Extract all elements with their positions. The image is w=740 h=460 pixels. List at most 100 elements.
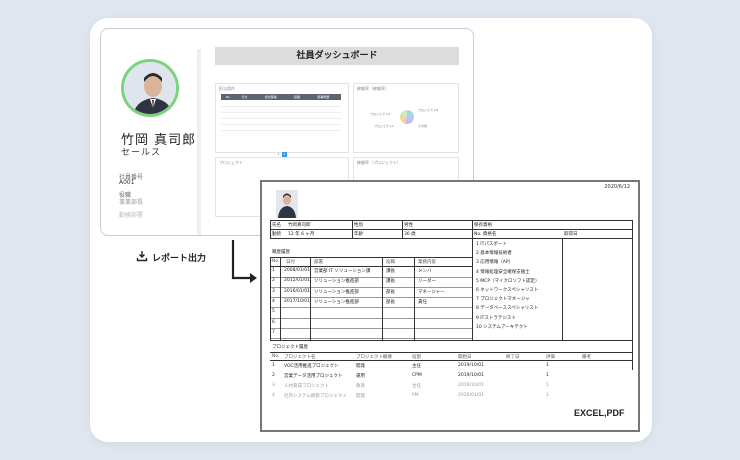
person-photo <box>124 62 176 114</box>
report-document: 2020/6/12 氏名 竹岡真司郎 性別 男性 保有資格 勤続 12 年 6 … <box>260 180 640 432</box>
history-cell: ソリューション推進部 <box>314 279 359 285</box>
project-header: 備考 <box>582 355 591 360</box>
project-cell: 教育 <box>356 384 365 389</box>
project-cell: 人材育成プロジェクト <box>284 384 329 389</box>
history-cell: 課長 <box>386 279 395 285</box>
project-cell: 2019/10/01 <box>458 383 484 388</box>
history-cell: ソリューション推進部 <box>314 299 359 305</box>
project-cell: 2020/01/01 <box>458 393 484 398</box>
project-header: No. <box>272 354 280 359</box>
history-cell: 2008/01/01 <box>284 268 310 273</box>
project-cell: PM <box>412 393 419 398</box>
pie-label: プロジェクトA <box>370 112 391 116</box>
divider <box>197 49 201 235</box>
pie-label: プロジェクトC <box>374 124 395 128</box>
project-cell: 開発 <box>356 364 365 369</box>
avatar <box>121 59 179 117</box>
gender-value: 男性 <box>404 223 413 228</box>
qualifications-label: 保有資格 <box>474 223 492 228</box>
project-cell: 1 <box>546 373 549 378</box>
history-cell: リーダー <box>418 279 436 285</box>
project-header: 終了日 <box>506 355 520 360</box>
project-cell: 1 <box>546 363 549 368</box>
project-header: 役割 <box>412 355 421 360</box>
pie-label: その他 <box>418 124 428 128</box>
cert-item: 3 応用情報（AP） <box>476 260 514 266</box>
history-cell: 1 <box>272 268 275 273</box>
cert-item: 8 データベーススペシャリスト <box>476 306 539 312</box>
project-history-title: プロジェクト履歴 <box>272 345 308 350</box>
position-value: 事業部長 <box>119 199 144 206</box>
cert-item: 6 ネットワークスペシャリスト <box>476 288 539 293</box>
history-cell: 部長 <box>386 299 395 305</box>
project-cell: 1 <box>546 393 549 398</box>
project-cell: 2019/10/01 <box>458 363 484 368</box>
history-header-no: No. <box>272 259 280 264</box>
history-header-work: 業務内容 <box>418 260 436 265</box>
cert-item: 9 ITストラテジスト <box>476 315 516 321</box>
gender-label: 性別 <box>354 223 363 228</box>
cert-item: 4 情報処理安全確保支援士 <box>476 269 530 275</box>
project-header: プロジェクト名 <box>284 355 316 360</box>
cert-item: 5 MCP（マイクロソフト認定） <box>476 278 540 284</box>
project-panel: 担当案件 No. 日付 担当部署 役職 部署概要 12 <box>215 83 349 157</box>
history-cell: 2 <box>272 278 275 284</box>
cert-item: 2 基本情報技術者 <box>476 251 512 257</box>
bottom-left-panel-title: プロジェクト <box>219 160 243 165</box>
history-header-role: 役職 <box>386 260 395 265</box>
cert-item: 7 プロジェクトマネージャ <box>476 297 530 303</box>
project-cell: 3 <box>272 383 275 388</box>
project-cell: VOC活用推進プロジェクト <box>284 364 339 369</box>
project-cell: 4 <box>272 393 275 398</box>
report-date: 2020/6/12 <box>604 184 630 190</box>
report-export-label[interactable]: レポート出力 <box>152 251 206 264</box>
profile-department: セールス <box>121 148 162 158</box>
project-panel-title: 担当案件 <box>219 86 235 91</box>
pie-label: プロジェクトB <box>418 108 439 112</box>
table-row <box>221 124 341 131</box>
history-cell: 2012/01/01 <box>284 278 310 284</box>
history-cell: ソリューション推進部 <box>314 289 359 295</box>
cert-name-header: No. 資格名 <box>474 232 497 237</box>
project-cell: 1 <box>272 363 275 368</box>
bottom-right-panel-title: 稼働率（プロジェクト） <box>357 160 401 165</box>
name-label: 氏名 <box>272 223 281 228</box>
history-cell: 部長 <box>386 289 395 295</box>
tenure-value: 12 年 6 ヶ月 <box>288 232 315 237</box>
utilization-panel-title: 稼働率（稼働率） <box>357 86 389 91</box>
history-cell: 2017/10/01 <box>284 298 310 304</box>
employee-id-value: A001 <box>119 179 135 186</box>
project-mini-table: No. 日付 担当部署 役職 部署概要 <box>221 94 341 131</box>
name-value: 竹岡真司郎 <box>288 223 311 228</box>
history-cell: マネージャー <box>418 289 445 295</box>
tenure-label: 勤続 <box>272 232 281 237</box>
workplace-label: 勤務部署 <box>119 212 144 219</box>
download-icon <box>136 251 148 262</box>
project-cell: 運用 <box>356 374 365 379</box>
project-cell: 2 <box>272 373 275 378</box>
history-cell: 6 <box>272 319 275 325</box>
report-photo <box>276 190 298 218</box>
history-cell: 4 <box>272 298 275 304</box>
project-header: 開始日 <box>458 355 472 360</box>
history-cell: 営業部 IT ソリューション課 <box>314 269 371 274</box>
project-cell: 2019/10/01 <box>458 373 484 378</box>
dashboard-title: 社員ダッシュボード <box>215 47 459 65</box>
export-format-label: EXCEL,PDF <box>574 408 625 418</box>
utilization-panel: 稼働率（稼働率） プロジェクトA プロジェクトB プロジェクトC その他 <box>353 83 459 153</box>
history-title: 職歴履歴 <box>272 250 290 255</box>
project-cell: 営業データ活用プロジェクト <box>284 374 343 379</box>
project-cell: 開発 <box>356 394 365 399</box>
utilization-pie <box>400 110 414 124</box>
project-header: プロジェクト概要 <box>356 355 392 360</box>
cert-item: 1 ITパスポート <box>476 242 507 247</box>
history-header-date: 日付 <box>286 260 295 265</box>
history-header-dept: 部署 <box>314 260 323 265</box>
project-cell: 1 <box>546 383 549 388</box>
history-cell: メンバ <box>418 269 432 274</box>
history-cell: 責任 <box>418 299 427 305</box>
history-cell: 2016/01/01 <box>284 288 310 294</box>
cert-date-header: 取得日 <box>564 232 578 237</box>
history-cell: 3 <box>272 288 275 294</box>
history-cell: 課長 <box>386 269 395 274</box>
